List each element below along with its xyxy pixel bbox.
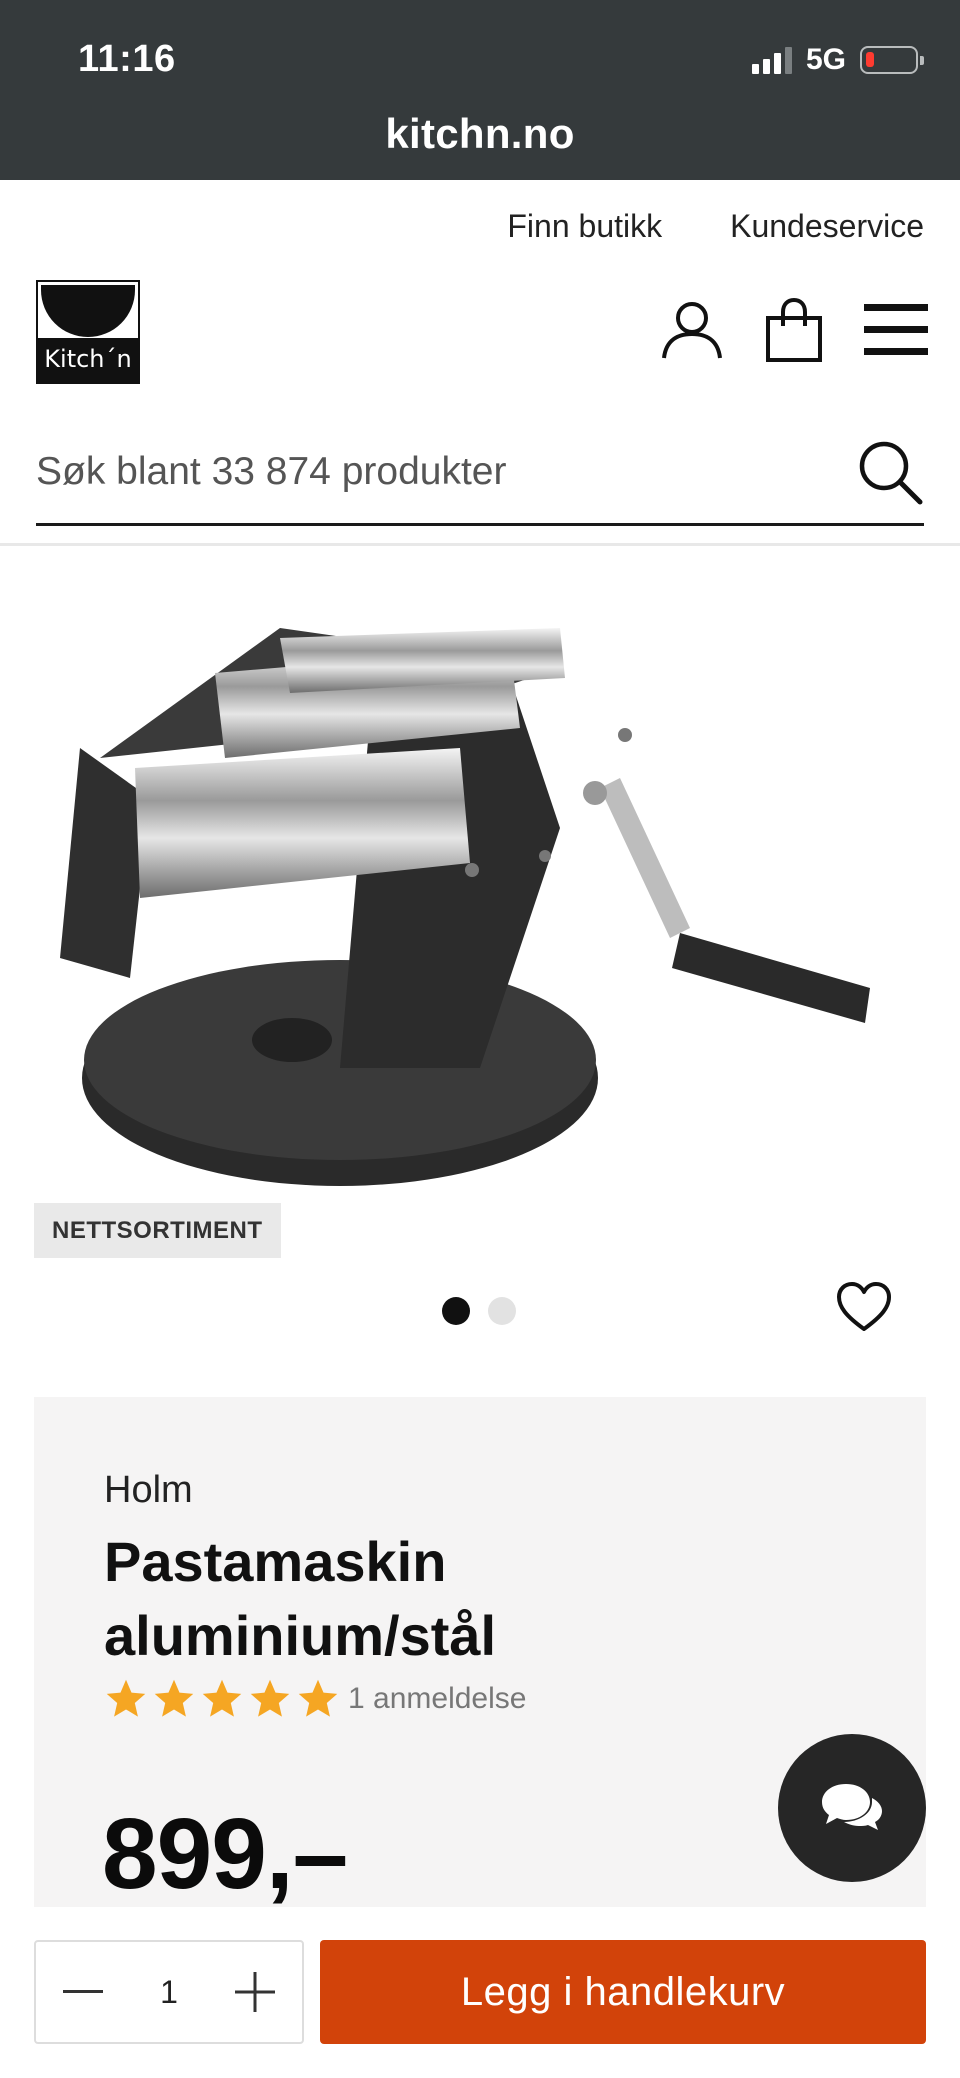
heart-icon[interactable] xyxy=(836,1280,892,1336)
search-icon[interactable] xyxy=(856,438,924,506)
search-input[interactable] xyxy=(36,442,816,502)
product-brand[interactable]: Holm xyxy=(104,1469,193,1512)
star-icon xyxy=(202,1679,242,1717)
quantity-stepper: 1 xyxy=(34,1940,304,2044)
site-logo[interactable]: Kitch´n xyxy=(36,280,140,384)
product-rating[interactable]: 1 anmeldelse xyxy=(104,1677,526,1721)
logo-text: Kitch´n xyxy=(38,338,138,382)
chat-button[interactable] xyxy=(778,1734,926,1882)
star-icon xyxy=(298,1679,338,1717)
product-title: Pastamaskin aluminium/stål xyxy=(104,1530,497,1667)
pagination-dot-2[interactable] xyxy=(488,1297,516,1325)
add-to-cart-button[interactable]: Legg i handlekurv xyxy=(320,1940,926,2044)
header-actions xyxy=(660,298,928,362)
network-label: 5G xyxy=(805,43,846,76)
product-price: 899,– xyxy=(102,1798,348,1910)
image-pagination xyxy=(442,1297,516,1325)
star-icon xyxy=(106,1679,146,1717)
status-indicators: 5G xyxy=(751,40,924,80)
user-icon[interactable] xyxy=(660,298,724,362)
star-icon xyxy=(154,1679,194,1717)
search-bar xyxy=(36,420,924,526)
signal-icon xyxy=(751,46,792,74)
status-time: 11:16 xyxy=(78,38,176,80)
minus-icon[interactable] xyxy=(58,1967,108,2017)
menu-icon[interactable] xyxy=(864,298,928,362)
find-store-link[interactable]: Finn butikk xyxy=(507,208,662,245)
utility-links: Finn butikk Kundeservice xyxy=(507,208,924,245)
product-image[interactable] xyxy=(40,598,920,1218)
battery-icon xyxy=(860,46,924,74)
shopping-bag-icon[interactable] xyxy=(762,298,826,362)
url-bar[interactable]: kitchn.no xyxy=(0,110,960,158)
chat-icon xyxy=(822,1784,882,1830)
product-badge: NETTSORTIMENT xyxy=(34,1203,281,1258)
review-count[interactable]: 1 anmeldelse xyxy=(348,1682,526,1716)
logo-bowl-mark xyxy=(41,285,135,337)
purchase-bar: 1 Legg i handlekurv xyxy=(0,1907,960,2078)
star-icon xyxy=(250,1679,290,1717)
customer-service-link[interactable]: Kundeservice xyxy=(730,208,924,245)
rating-stars xyxy=(104,1677,340,1721)
browser-chrome: 11:16 5G kitchn.no xyxy=(0,0,960,180)
quantity-value[interactable]: 1 xyxy=(160,1974,178,2011)
plus-icon[interactable] xyxy=(230,1967,280,2017)
pagination-dot-1[interactable] xyxy=(442,1297,470,1325)
header-divider xyxy=(0,543,960,546)
